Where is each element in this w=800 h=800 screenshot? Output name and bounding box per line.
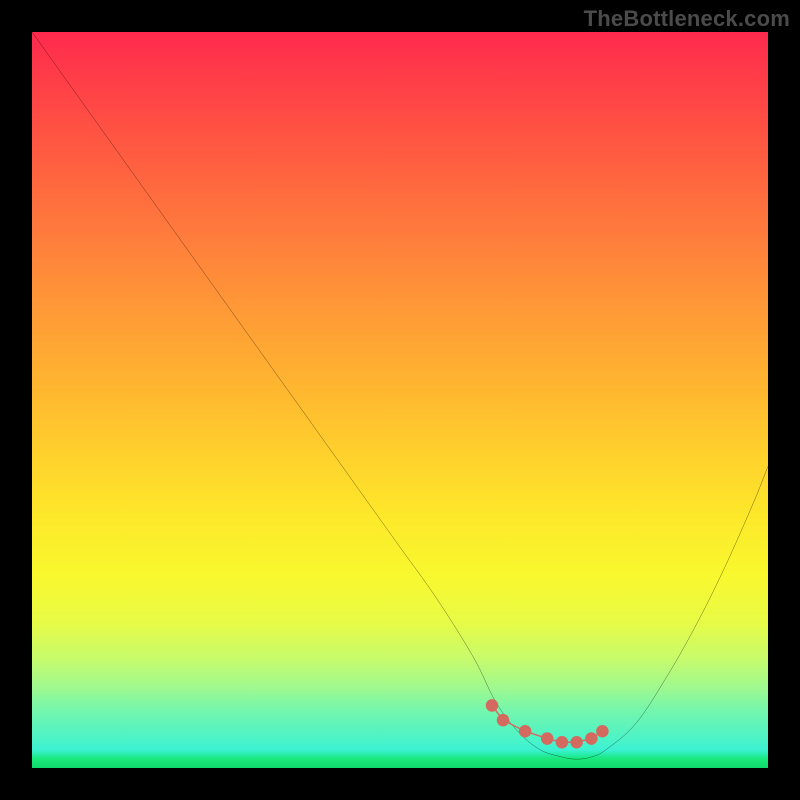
target-range-markers bbox=[486, 699, 609, 748]
target-marker bbox=[596, 725, 609, 738]
plot-area bbox=[32, 32, 768, 768]
curve-layer bbox=[32, 32, 768, 768]
target-marker bbox=[519, 725, 532, 738]
watermark-text: TheBottleneck.com bbox=[584, 6, 790, 32]
target-marker bbox=[486, 699, 499, 712]
target-marker bbox=[497, 714, 510, 727]
target-marker bbox=[556, 736, 569, 749]
chart-wrapper: TheBottleneck.com bbox=[0, 0, 800, 800]
target-marker bbox=[541, 732, 554, 745]
target-marker bbox=[570, 736, 583, 749]
target-marker bbox=[585, 732, 598, 745]
bottleneck-curve bbox=[32, 32, 768, 759]
